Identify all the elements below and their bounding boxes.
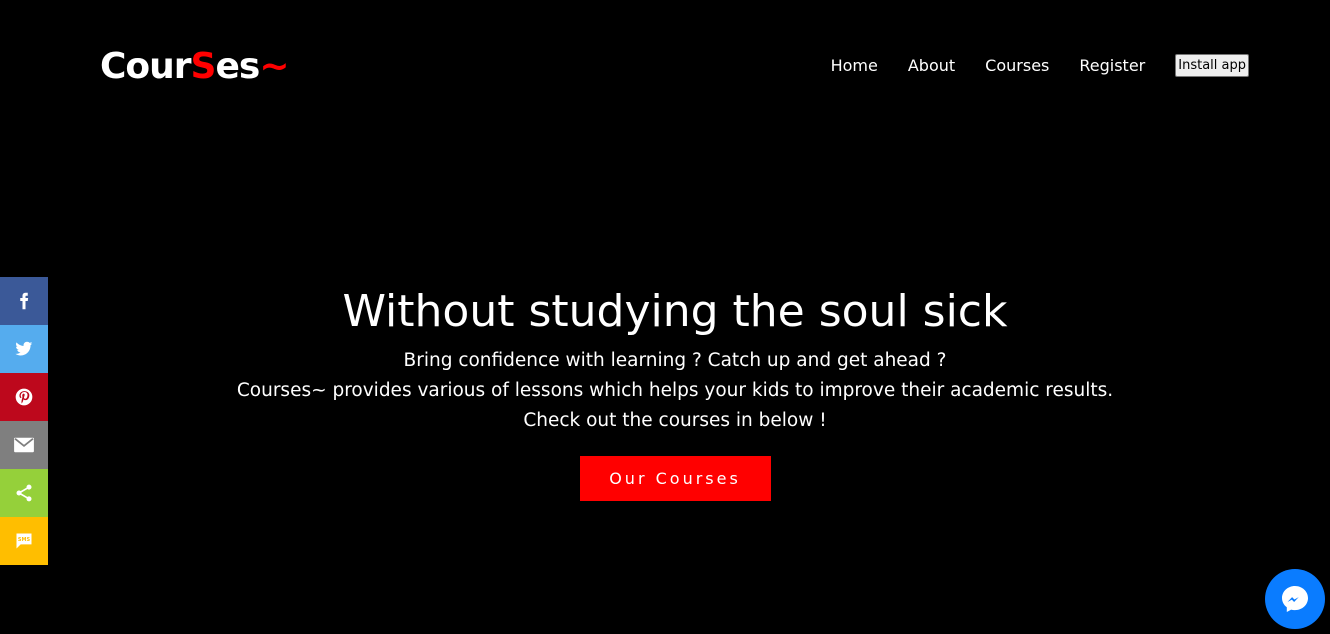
share-button[interactable] — [0, 469, 48, 517]
sms-icon: SMS — [16, 533, 32, 549]
site-logo[interactable]: CourSes~ — [100, 45, 290, 89]
logo-tilde: ~ — [259, 46, 289, 87]
hero-title: Without studying the soul sick — [342, 286, 1008, 337]
hero-line-1: Bring confidence with learning ? Catch u… — [403, 350, 947, 371]
pinterest-share-button[interactable] — [0, 373, 48, 421]
share-bar: SMS — [0, 277, 48, 565]
twitter-icon — [15, 341, 33, 356]
messenger-icon — [1282, 586, 1308, 612]
logo-text-part2: es — [215, 46, 260, 87]
nav-register[interactable]: Register — [1079, 55, 1145, 77]
main-nav: Home About Courses Register Install app — [831, 54, 1249, 77]
email-share-button[interactable] — [0, 421, 48, 469]
pinterest-icon — [15, 388, 33, 406]
twitter-share-button[interactable] — [0, 325, 48, 373]
facebook-icon — [20, 292, 29, 310]
nav-courses[interactable]: Courses — [985, 55, 1049, 77]
hero-line-2: Courses~ provides various of lessons whi… — [236, 380, 1114, 431]
facebook-share-button[interactable] — [0, 277, 48, 325]
messenger-chat-button[interactable] — [1265, 569, 1325, 629]
nav-about[interactable]: About — [908, 55, 955, 77]
email-icon — [14, 437, 34, 453]
hero-description: Bring confidence with learning ? Catch u… — [215, 346, 1115, 436]
logo-text-part1: Cour — [100, 46, 192, 87]
our-courses-button[interactable]: Our Courses — [579, 456, 771, 501]
svg-text:SMS: SMS — [18, 537, 31, 543]
sms-share-button[interactable]: SMS — [0, 517, 48, 565]
logo-text-accent: S — [190, 46, 217, 87]
nav-home[interactable]: Home — [831, 55, 878, 77]
page: CourSes~ Home About Courses Register Ins… — [0, 0, 1330, 634]
hero-section: Without studying the soul sick Bring con… — [0, 282, 1330, 501]
install-app-button[interactable]: Install app — [1175, 54, 1249, 77]
share-icon — [16, 484, 32, 502]
